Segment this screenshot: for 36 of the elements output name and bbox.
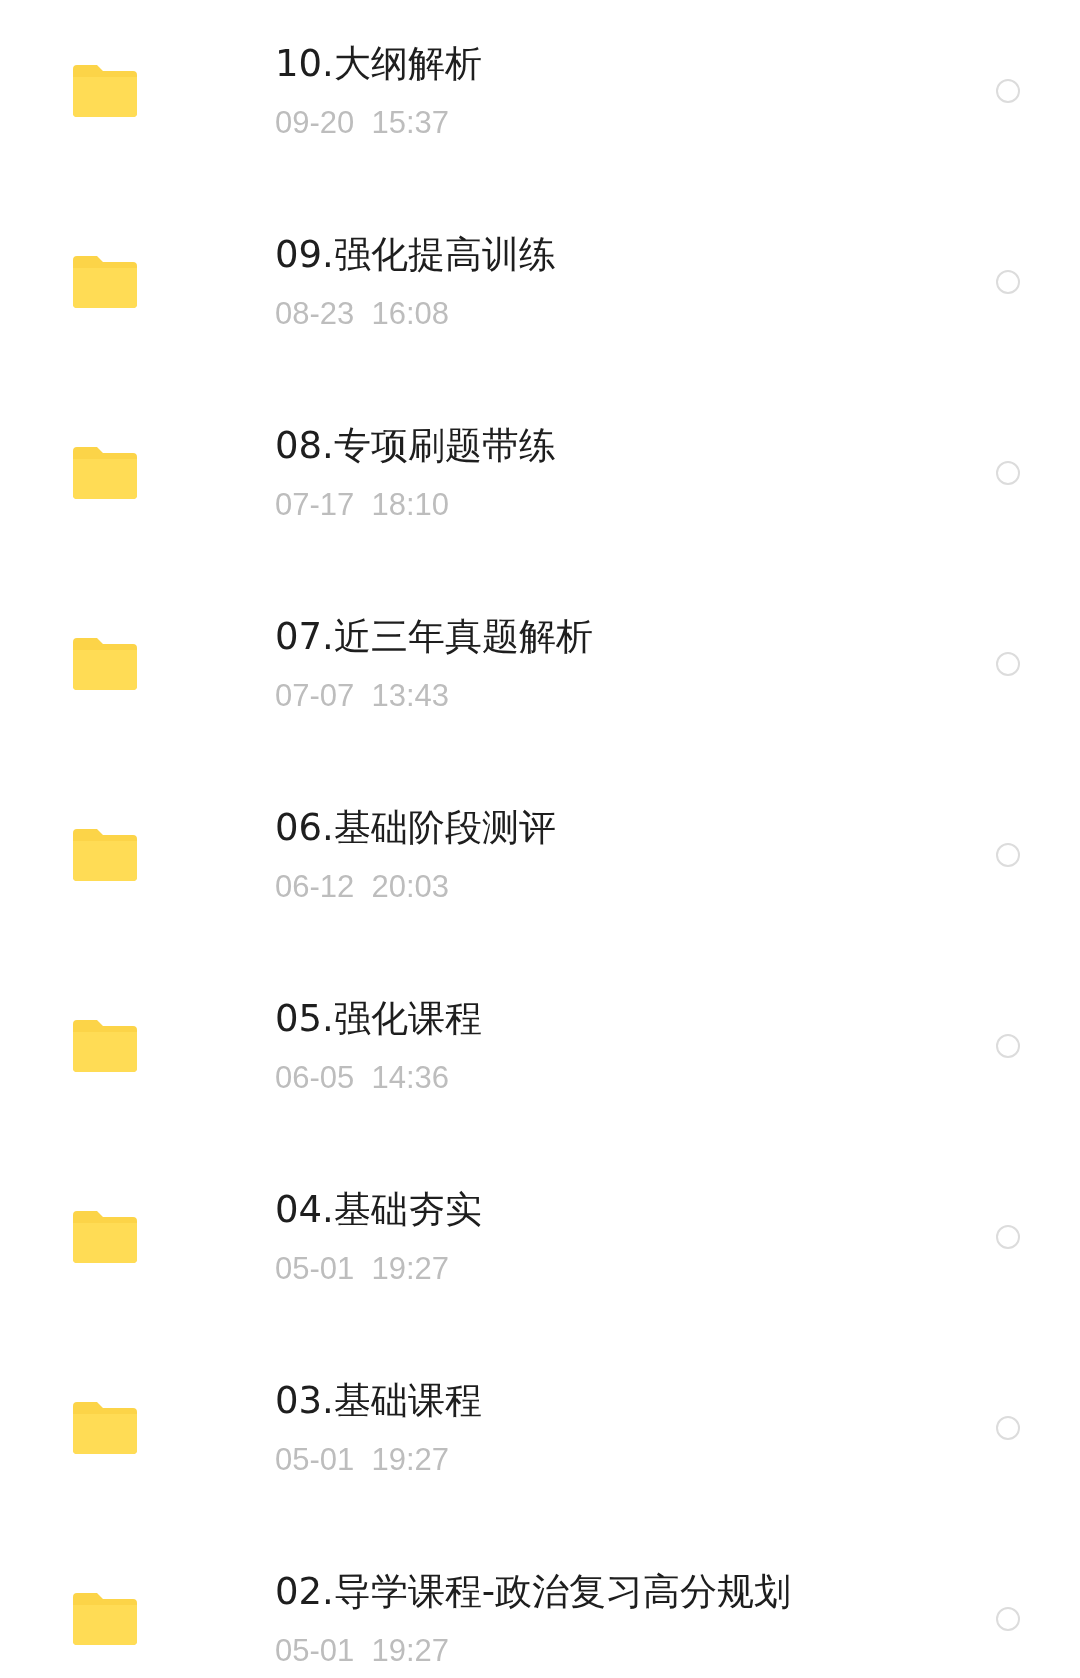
folder-icon: [73, 447, 137, 499]
select-radio[interactable]: [996, 270, 1020, 294]
modified-date: 07-07 13:43: [275, 677, 451, 715]
folder-name[interactable]: 06.基础阶段测评: [275, 803, 996, 853]
folder-icon: [73, 1020, 137, 1072]
folder-name[interactable]: 10.大纲解析: [275, 39, 996, 89]
folder-name[interactable]: 03.基础课程: [275, 1376, 996, 1426]
modified-date: 07-17 18:10: [275, 486, 451, 524]
modified-date: 05-01 19:27: [275, 1441, 451, 1479]
folder-name[interactable]: 07.近三年真题解析: [275, 612, 996, 662]
select-radio[interactable]: [996, 1034, 1020, 1058]
folder-icon: [73, 1593, 137, 1645]
folder-icon: [73, 1211, 137, 1263]
modified-date: 06-05 14:36: [275, 1059, 451, 1097]
folder-name[interactable]: 04.基础夯实: [275, 1185, 996, 1235]
select-radio[interactable]: [996, 461, 1020, 485]
folder-name[interactable]: 09.强化提高训练: [275, 230, 996, 280]
select-radio[interactable]: [996, 1607, 1020, 1631]
folder-icon: [73, 256, 137, 308]
folder-icon: [73, 65, 137, 117]
modified-date: 09-20 15:37: [275, 104, 451, 142]
modified-date: 06-12 20:03: [275, 868, 451, 906]
select-radio[interactable]: [996, 843, 1020, 867]
select-radio[interactable]: [996, 1225, 1020, 1249]
select-radio[interactable]: [996, 79, 1020, 103]
folder-icon: [73, 829, 137, 881]
folder-name[interactable]: 05.强化课程: [275, 994, 996, 1044]
modified-date: 05-01 19:27: [275, 1250, 451, 1288]
select-radio[interactable]: [996, 1416, 1020, 1440]
modified-date: 05-01 19:27: [275, 1632, 451, 1670]
folder-icon: [73, 1402, 137, 1454]
folder-name[interactable]: 08.专项刷题带练: [275, 421, 996, 471]
folder-icon: [73, 638, 137, 690]
select-radio[interactable]: [996, 652, 1020, 676]
modified-date: 08-23 16:08: [275, 295, 451, 333]
folder-name[interactable]: 02.导学课程-政治复习高分规划: [275, 1567, 996, 1617]
